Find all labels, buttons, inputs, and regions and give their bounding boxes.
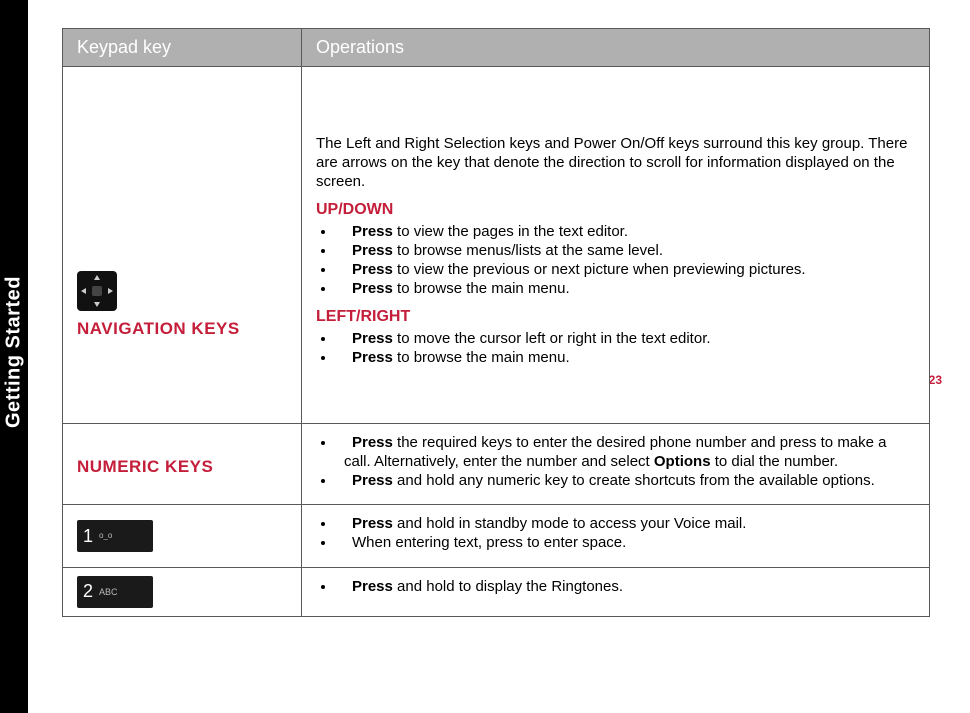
list-item: Press to view the pages in the text edit… [336,223,915,242]
page-number: 23 [929,373,942,387]
leftright-list: Press to move the cursor left or right i… [316,330,915,368]
table-header-keypad-key: Keypad key [63,29,302,67]
list-item: Press to browse the main menu. [336,280,915,299]
keypad-1-icon: 1 o_o [77,520,153,552]
section-tab-label: Getting Started [0,265,28,440]
subheader-leftright: LEFT/RIGHT [316,308,915,326]
list-item: When entering text, press to enter space… [336,534,915,553]
list-item: Press and hold in standby mode to access… [336,515,915,534]
list-item: Press and hold to display the Ringtones. [336,578,915,597]
list-item: Press to browse menus/lists at the same … [336,242,915,261]
updown-list: Press to view the pages in the text edit… [316,223,915,298]
key1-list: Press and hold in standby mode to access… [316,515,915,553]
keypad-table: Keypad key Operations NAVIGATION KEYS Th… [62,28,930,617]
list-item: Press and hold any numeric key to create… [336,472,915,491]
nav-intro-text: The Left and Right Selection keys and Po… [316,135,915,191]
numeric-list: Press the required keys to enter the des… [316,434,915,490]
content-area: Keypad key Operations NAVIGATION KEYS Th… [62,28,930,617]
list-item: Press to view the previous or next pictu… [336,261,915,280]
table-row: 1 o_o Press and hold in standby mode to … [63,505,930,568]
subheader-updown: UP/DOWN [316,201,915,219]
row-label-navigation-keys: NAVIGATION KEYS [77,319,287,339]
list-item: Press to move the cursor left or right i… [336,330,915,349]
table-row: NUMERIC KEYS Press the required keys to … [63,424,930,505]
list-item: Press the required keys to enter the des… [336,434,915,472]
list-item: Press to browse the main menu. [336,349,915,368]
keypad-2-icon: 2 ABC [77,576,153,608]
row-label-numeric-keys: NUMERIC KEYS [77,457,287,477]
table-row: 2 ABC Press and hold to display the Ring… [63,567,930,616]
table-header-operations: Operations [302,29,930,67]
key2-list: Press and hold to display the Ringtones. [316,578,915,597]
navigation-dpad-icon [77,271,117,311]
table-row: NAVIGATION KEYS The Left and Right Selec… [63,67,930,424]
